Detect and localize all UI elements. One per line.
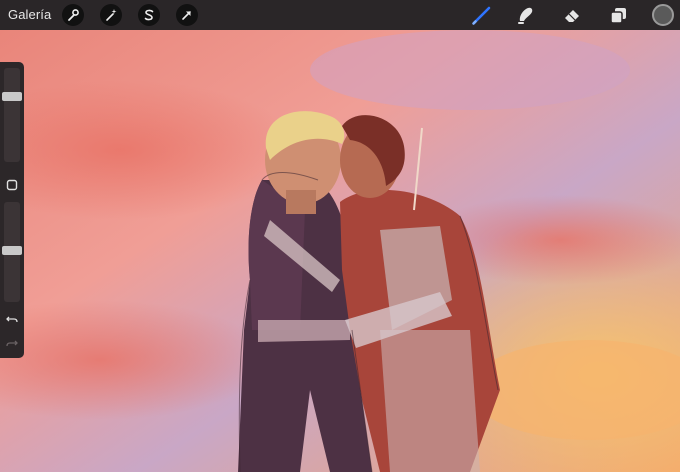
- transform-arrow-icon: [182, 11, 191, 20]
- transform-button[interactable]: [176, 4, 198, 26]
- wrench-icon: [68, 9, 79, 21]
- smudge-icon: [518, 7, 533, 24]
- selection-s-icon: [144, 9, 154, 21]
- opacity-thumb[interactable]: [2, 246, 22, 255]
- undo-icon[interactable]: [5, 312, 19, 326]
- layers-icon: [610, 8, 626, 24]
- magic-wand-icon: [106, 9, 117, 21]
- smudge-tool[interactable]: [514, 3, 538, 27]
- brush-tool[interactable]: [470, 3, 494, 27]
- color-picker-button[interactable]: [652, 4, 674, 26]
- drawing-canvas[interactable]: [0, 30, 680, 472]
- gallery-button[interactable]: Galería: [8, 7, 51, 22]
- brush-size-slider[interactable]: [2, 68, 22, 162]
- brush-icon: [472, 6, 491, 25]
- eraser-icon: [565, 10, 579, 22]
- redo-icon[interactable]: [5, 336, 19, 350]
- eraser-tool[interactable]: [560, 3, 584, 27]
- brush-size-thumb[interactable]: [2, 92, 22, 101]
- modify-square-icon[interactable]: [5, 178, 19, 192]
- artwork: [0, 30, 680, 472]
- left-sidebar: [0, 62, 24, 358]
- selection-button[interactable]: [138, 4, 160, 26]
- layers-tool[interactable]: [606, 3, 630, 27]
- opacity-slider[interactable]: [2, 202, 22, 302]
- adjustments-button[interactable]: [100, 4, 122, 26]
- actions-button[interactable]: [62, 4, 84, 26]
- top-toolbar: Galería: [0, 0, 680, 30]
